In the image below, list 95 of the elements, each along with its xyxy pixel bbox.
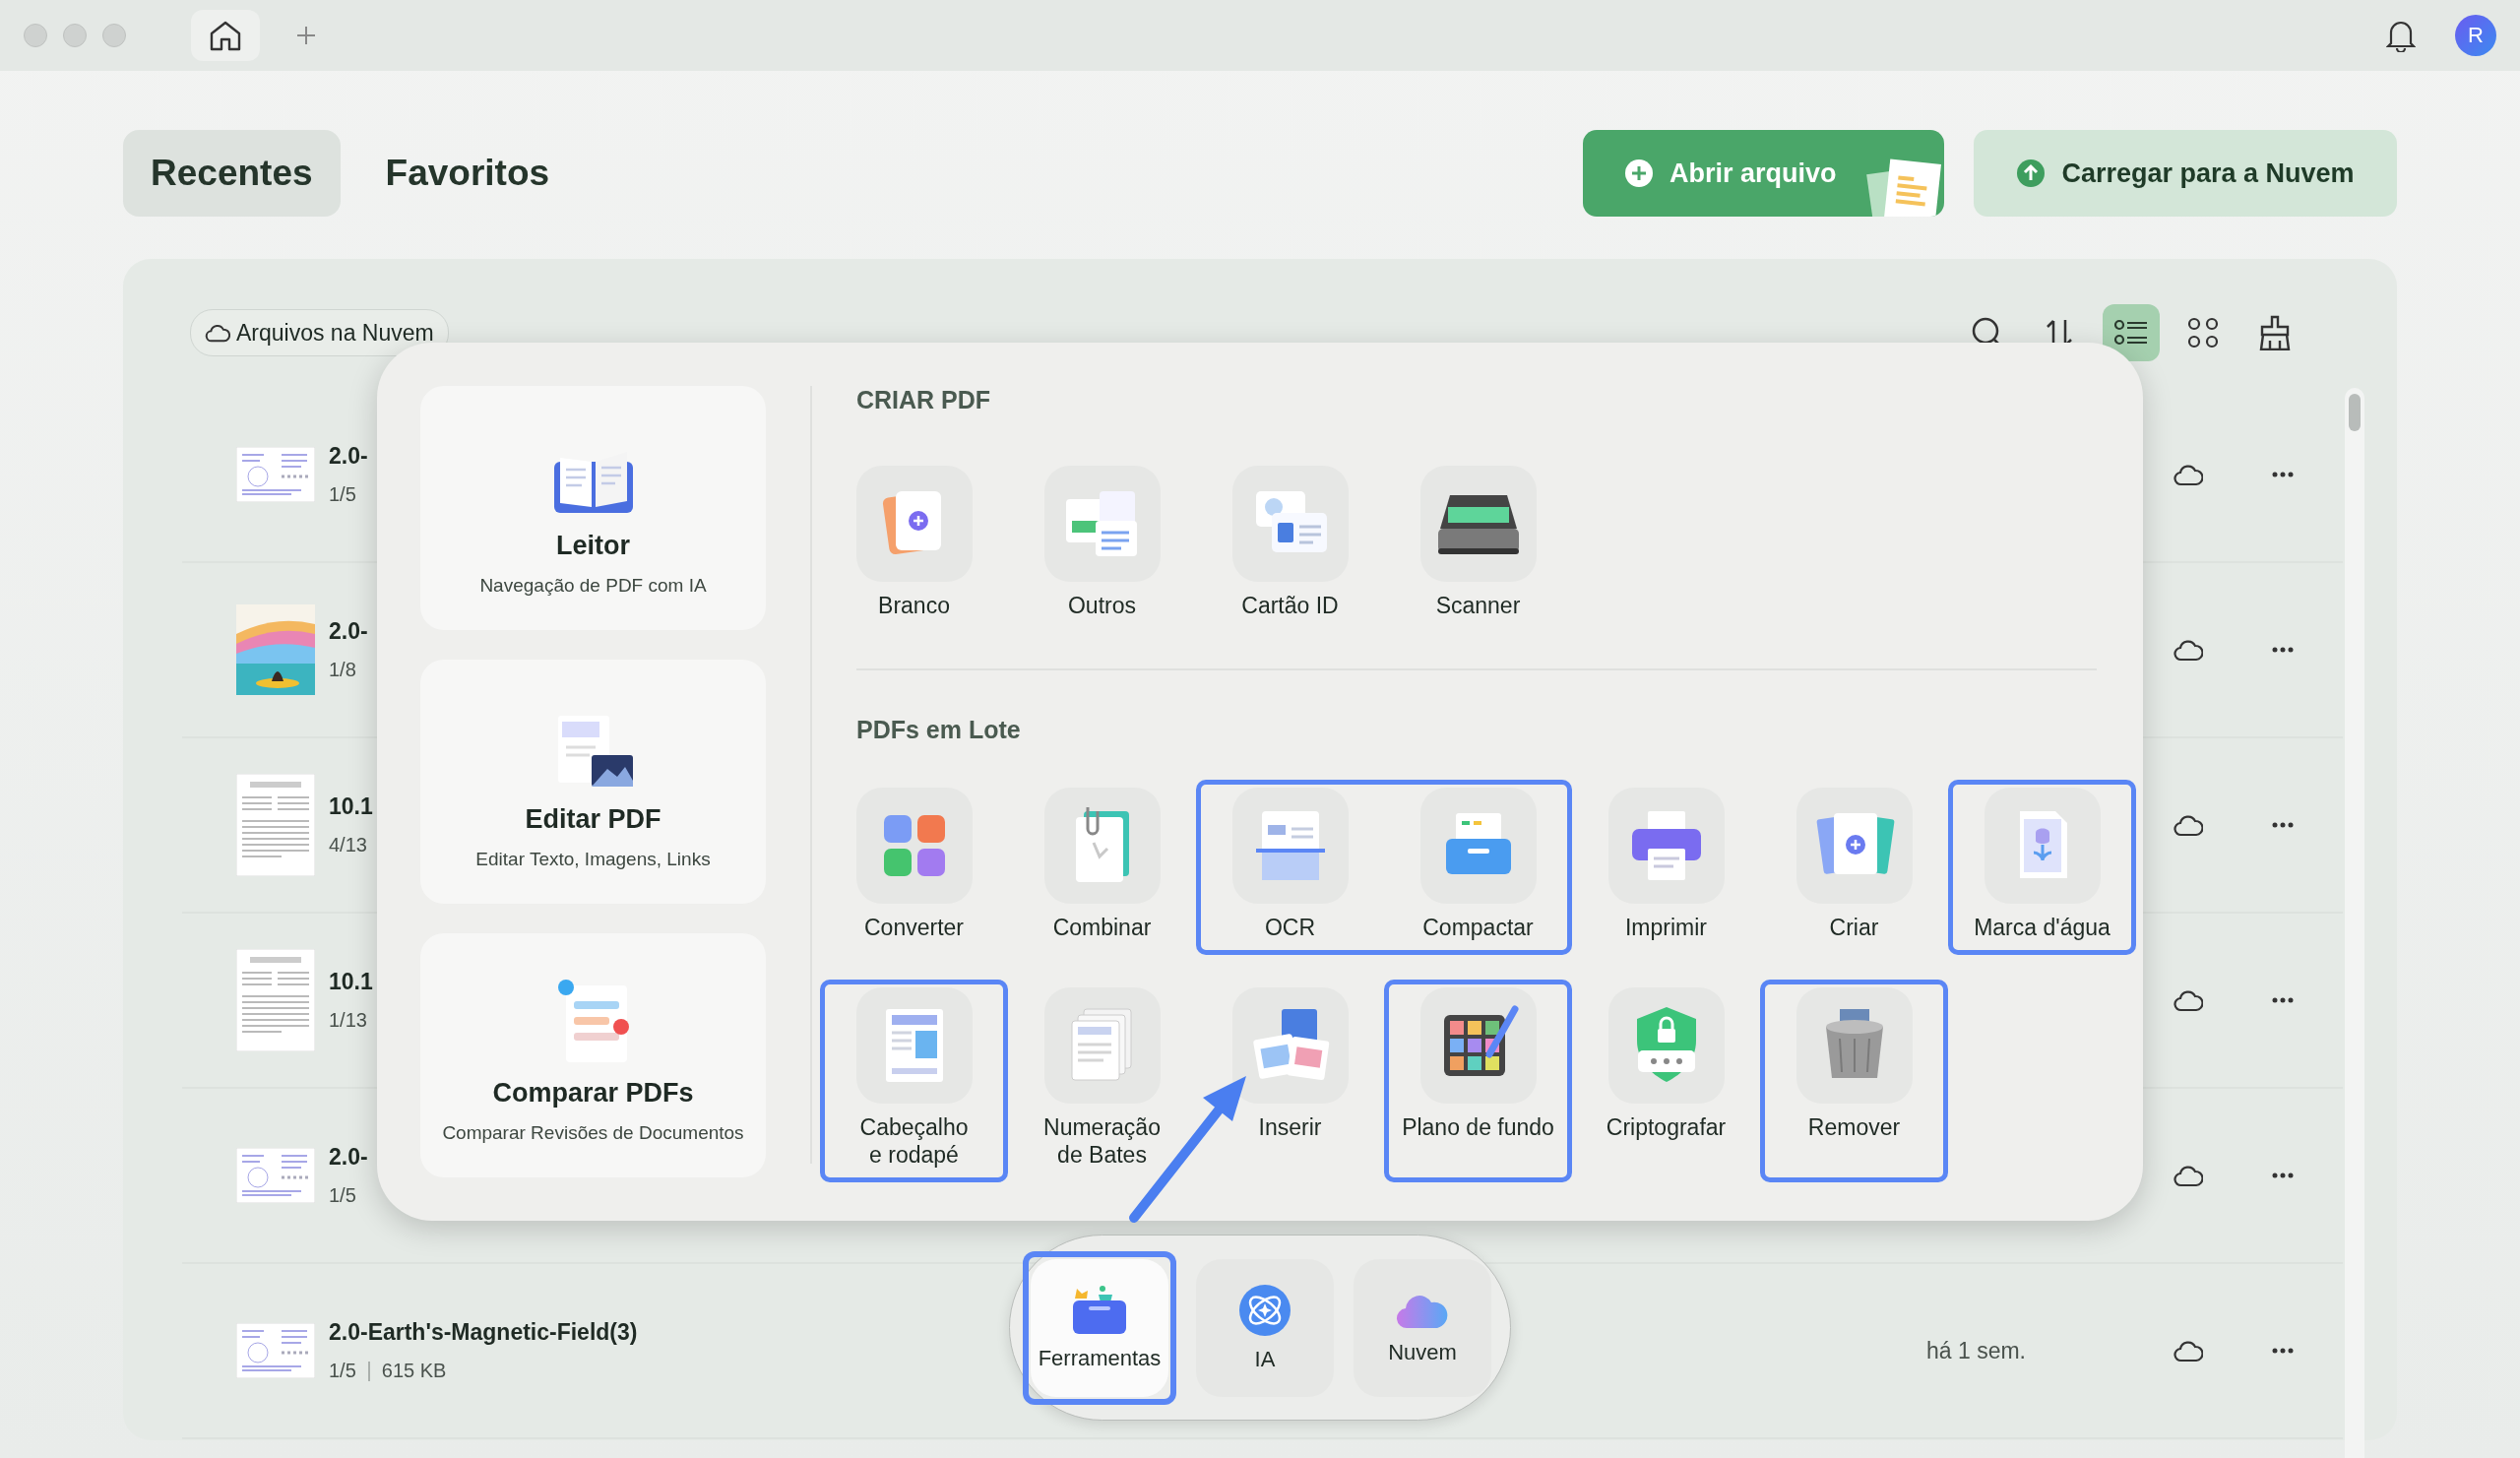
card-subtitle: Editar Texto, Imagens, Links (475, 849, 711, 870)
file-name[interactable]: 10.1 (329, 793, 373, 820)
tab[interactable]: Favoritos (357, 130, 578, 217)
dock-button[interactable]: Nuvem (1354, 1258, 1491, 1397)
cloud-icon[interactable] (2174, 988, 2203, 1012)
page-count: 1/5 (329, 1184, 356, 1207)
feature-card[interactable]: Leitor Navegação de PDF com IA (420, 386, 766, 630)
tab[interactable]: Recentes (123, 130, 341, 217)
home-icon (209, 20, 242, 51)
tool-button[interactable]: Inserir (1196, 980, 1384, 1182)
home-tab[interactable] (191, 10, 260, 61)
tool-button[interactable]: Numeração de Bates (1008, 980, 1196, 1182)
page-count: 1/5 (329, 483, 356, 506)
chip-label: Arquivos na Nuvem (236, 319, 434, 347)
trash-can-icon (1796, 987, 1913, 1104)
section-title: PDFs em Lote (856, 716, 1022, 744)
more-icon[interactable] (2272, 1173, 2294, 1178)
documents-images-icon (1231, 987, 1349, 1104)
tool-button[interactable]: Marca d'água (1948, 780, 2136, 955)
broom-icon (2258, 315, 2292, 350)
more-icon[interactable] (2272, 997, 2294, 1003)
toolbox-icon (1071, 1284, 1128, 1336)
tool-button[interactable]: Scanner (1384, 458, 1572, 633)
printer-icon (1607, 788, 1725, 904)
clipped-documents-icon (1043, 788, 1161, 904)
tool-button[interactable]: Remover (1760, 980, 1948, 1182)
page-count: 1/8 (329, 659, 356, 681)
flower-document-icon (1984, 788, 2101, 904)
file-name[interactable]: 2.0- (329, 618, 368, 645)
file-name[interactable]: 2.0- (329, 443, 368, 470)
id-card-icon (1231, 466, 1349, 582)
file-name[interactable]: 2.0-Earth's-Magnetic-Field(3) (329, 1319, 638, 1346)
tool-button[interactable]: Criar (1760, 780, 1948, 955)
card-subtitle: Navegação de PDF com IA (479, 575, 707, 597)
plus-circle-icon (1624, 158, 1654, 188)
color-palette-icon (1419, 987, 1537, 1104)
cloud-icon[interactable] (2174, 813, 2203, 837)
shield-lock-icon (1607, 987, 1725, 1104)
cloud-icon[interactable] (2174, 463, 2203, 486)
documents-icon (1043, 466, 1161, 582)
notification-icon[interactable] (2386, 19, 2416, 52)
numbered-documents-icon (1043, 987, 1161, 1104)
upload-to-cloud-button[interactable]: Carregar para a Nuvem (1974, 130, 2397, 217)
modified-date: há 1 sem. (1926, 1337, 2026, 1364)
file-name[interactable]: 10.1 (329, 969, 373, 995)
more-icon[interactable] (2272, 472, 2294, 477)
toolbar-button[interactable] (2103, 304, 2160, 361)
feature-card[interactable]: Comparar PDFs Comparar Revisões de Documentos (420, 933, 766, 1177)
dock-button[interactable]: IA (1196, 1258, 1334, 1397)
new-tab-button[interactable] (295, 25, 317, 46)
cloud-icon (205, 323, 230, 343)
dock-button[interactable]: Ferramentas (1031, 1258, 1168, 1397)
more-icon[interactable] (2272, 822, 2294, 828)
tool-button[interactable]: Cartão ID (1196, 458, 1384, 633)
page-count: 1/5 (329, 1360, 356, 1382)
text-scan-icon (1231, 788, 1349, 904)
tool-button[interactable]: Criptografar (1572, 980, 1760, 1182)
page-count: 4/13 (329, 834, 367, 856)
tool-button[interactable]: Compactar (1384, 780, 1572, 955)
card-title: Editar PDF (525, 804, 662, 835)
section-title: CRIAR PDF (856, 386, 992, 414)
document-plus-icon (855, 466, 973, 582)
cloud-icon[interactable] (2174, 1339, 2203, 1363)
tool-button[interactable]: OCR (1196, 780, 1384, 955)
page-count: 1/13 (329, 1009, 367, 1032)
list-view-icon (2114, 318, 2148, 348)
tool-button[interactable]: Branco (820, 458, 1008, 633)
cloud-icon[interactable] (2174, 638, 2203, 662)
document-plus-icon (1796, 788, 1913, 904)
more-icon[interactable] (2272, 647, 2294, 653)
feature-card[interactable]: Editar PDF Editar Texto, Imagens, Links (420, 660, 766, 904)
scrollbar[interactable] (2345, 388, 2364, 1458)
app-grid-icon (855, 788, 973, 904)
file-tray-icon (1419, 788, 1537, 904)
tool-button[interactable]: Imprimir (1572, 780, 1760, 955)
card-title: Comparar PDFs (492, 1078, 694, 1109)
tool-button[interactable]: Cabeçalho e rodapé (820, 980, 1008, 1182)
tool-button[interactable]: Outros (1008, 458, 1196, 633)
plus-icon (295, 25, 317, 46)
scanner-icon (1419, 466, 1537, 582)
user-avatar[interactable]: R (2455, 15, 2496, 56)
card-subtitle: Comparar Revisões de Documentos (442, 1122, 744, 1144)
upload-icon (2016, 158, 2047, 188)
file-size: 615 KB (381, 1360, 447, 1382)
tool-button[interactable]: Plano de fundo (1384, 980, 1572, 1182)
filter-chip[interactable]: Arquivos na Nuvem (190, 309, 449, 356)
more-icon[interactable] (2272, 1348, 2294, 1354)
grid-view-icon (2187, 317, 2219, 349)
tool-button[interactable]: Converter (820, 780, 1008, 955)
ai-orbit-icon (1238, 1283, 1292, 1337)
file-name[interactable]: 2.0- (329, 1144, 368, 1171)
cloud-icon[interactable] (2174, 1164, 2203, 1187)
header-document-icon (855, 987, 973, 1104)
card-title: Leitor (556, 531, 630, 561)
tool-button[interactable]: Combinar (1008, 780, 1196, 955)
